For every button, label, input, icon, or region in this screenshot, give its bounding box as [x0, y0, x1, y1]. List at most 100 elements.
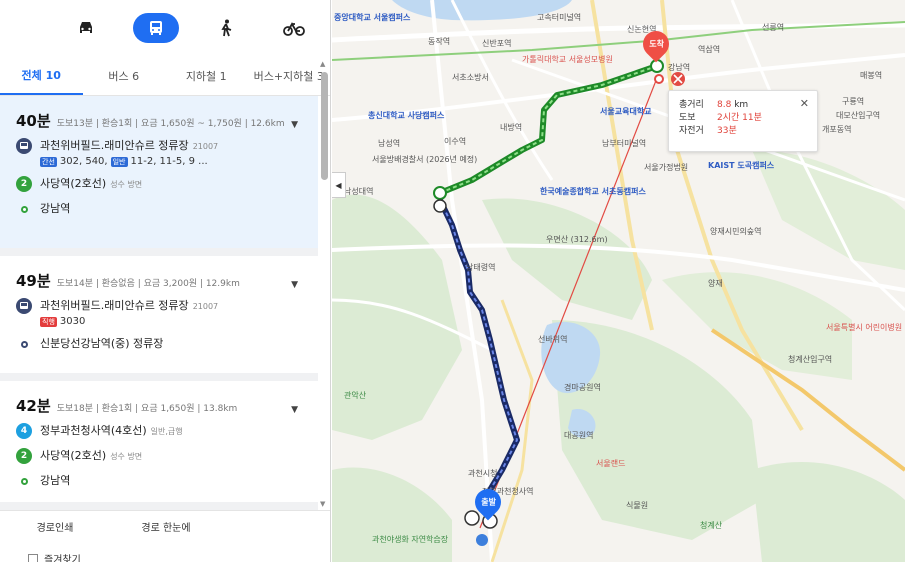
route-step: 신분당선강남역(중) 정류장 — [16, 336, 306, 354]
route-step: 2 사당역(2호선) 성수 방면 — [16, 448, 306, 466]
map-label: 낙성대역 — [344, 187, 374, 196]
station-name: 정부과천청사역(4호선) — [40, 424, 147, 437]
route-duration: 49분 — [16, 272, 51, 290]
tab-subway[interactable]: 지하철 1 — [165, 56, 248, 95]
walk-icon — [221, 19, 232, 37]
print-route-button[interactable]: 경로인쇄 — [0, 511, 110, 541]
route-meta: 도보18분 | 환승1회 | 요금 1,650원 | 13.8km — [56, 404, 238, 414]
close-icon[interactable]: ✕ — [800, 97, 809, 110]
map-label: 서울가정법원 — [644, 163, 689, 172]
route-step: 강남역 — [16, 201, 306, 219]
tab-bus-subway[interactable]: 버스+지하철 3 — [248, 56, 331, 95]
route-item[interactable]: 42분 도보18분 | 환승1회 | 요금 1,650원 | 13.8km ▼ … — [0, 381, 318, 510]
bike-mode-button[interactable] — [273, 13, 315, 43]
stop-code: 21007 — [192, 302, 219, 311]
endpoint-dot-icon — [16, 473, 32, 489]
route-type-tabs: 전체 10 버스 6 지하철 1 버스+지하철 3 — [0, 56, 330, 96]
map-label: 우면산 (312.6m) — [546, 235, 608, 244]
direction: 성수 방면 — [110, 180, 143, 189]
map-label: 과천야생화 자연학습장 — [372, 535, 449, 544]
walk-mode-button[interactable] — [205, 13, 247, 43]
map-label: 청계산입구역 — [788, 355, 833, 364]
bus-mode-button[interactable] — [133, 13, 179, 43]
map-label: 구룡역 — [842, 97, 865, 106]
map-label: 고속터미널역 — [537, 13, 582, 22]
station-name: 사당역(2호선) — [40, 449, 107, 462]
map-label: KAIST 도곡캠퍼스 — [708, 161, 775, 170]
map-label: 남성역 — [378, 139, 401, 148]
route-list: 40분 도보13분 | 환승1회 | 요금 1,650원 ~ 1,750원 | … — [0, 96, 318, 510]
favorite-toggle[interactable]: 즐겨찾기 — [28, 551, 81, 562]
station-name: 사당역(2호선) — [40, 177, 107, 190]
tab-bus[interactable]: 버스 6 — [83, 56, 166, 95]
scroll-up-icon[interactable]: ▲ — [320, 60, 325, 68]
stop-name: 신분당선강남역(중) 정류장 — [40, 337, 164, 350]
map-label: 동작역 — [428, 37, 451, 46]
car-mode-button[interactable] — [65, 13, 107, 43]
scrollbar[interactable]: ▲ ▼ — [320, 60, 328, 510]
scroll-down-icon[interactable]: ▼ — [320, 500, 325, 508]
walk-value: 2시간 11분 — [717, 113, 762, 123]
map-label: 내방역 — [500, 123, 523, 132]
map-label: 서울방배경찰서 (2026년 예정) — [372, 155, 478, 164]
stop-name: 과천위버필드.래미안슈르 정류장 — [40, 299, 189, 312]
tab-all[interactable]: 전체 10 — [0, 56, 83, 95]
map-label: 서초소방서 — [452, 73, 489, 82]
direction: 성수 방면 — [110, 452, 143, 461]
favorite-label: 즐겨찾기 — [44, 555, 81, 562]
map-label: 개포동역 — [822, 125, 852, 134]
car-icon — [80, 22, 92, 33]
line-2-icon: 2 — [16, 448, 32, 464]
stop-code: 21007 — [192, 142, 219, 151]
map-label: 청계산 — [700, 521, 723, 530]
station-name: 강남역 — [40, 202, 71, 215]
map-label: 경마공원역 — [564, 383, 601, 392]
route-meta: 도보14분 | 환승없음 | 요금 3,200원 | 12.9km — [56, 279, 240, 289]
map-label: 서울특별시 어린이병원 — [826, 323, 903, 332]
scroll-thumb[interactable] — [321, 72, 328, 180]
map-view[interactable]: 중앙대학교 서울캠퍼스 동작역 신반포역 고속터미널역 가톨릭대학교 서울성모병… — [332, 0, 905, 562]
map-label: 가톨릭대학교 서울성모병원 — [522, 55, 613, 64]
map-label: 양재시민의숲역 — [710, 227, 762, 236]
bike-key: 자전거 — [679, 126, 704, 136]
bike-value: 33분 — [717, 126, 737, 136]
map-label: 총신대학교 사당캠퍼스 — [368, 111, 445, 120]
transport-modes — [0, 0, 330, 56]
map-label: 식물원 — [626, 501, 649, 510]
route-duration: 40분 — [16, 112, 51, 130]
line-2-icon: 2 — [16, 176, 32, 192]
map-label: 매봉역 — [860, 71, 883, 80]
chevron-down-icon[interactable]: ▼ — [291, 280, 298, 290]
route-step: 과천위버필드.래미안슈르 정류장 21007 직행 3030 — [16, 298, 306, 329]
route-item[interactable]: 40분 도보13분 | 환승1회 | 요금 1,650원 ~ 1,750원 | … — [0, 96, 318, 256]
chevron-down-icon[interactable]: ▼ — [291, 405, 298, 415]
route-overview-button[interactable]: 경로 한눈에 — [110, 511, 222, 541]
map-label: 한국예술종합학교 서초동캠퍼스 — [540, 187, 646, 196]
map-label: 서울교육대학교 — [600, 107, 652, 116]
map-label: 대공원역 — [564, 431, 594, 440]
origin-label: 출발 — [480, 497, 496, 507]
bus-type-tag: 간선 — [40, 157, 57, 167]
collapse-panel-button[interactable]: ◀ — [332, 172, 346, 198]
route-step: 2 사당역(2호선) 성수 방면 — [16, 176, 306, 194]
bike-icon — [283, 22, 305, 36]
line-4-icon: 4 — [16, 423, 32, 439]
map-label: 대모산입구역 — [836, 111, 881, 120]
chevron-down-icon[interactable]: ▼ — [291, 120, 298, 130]
map-label: 이수역 — [444, 137, 467, 146]
train-type: 일반,급행 — [150, 427, 183, 436]
bus-lines: 11-2, 11-5, 9 ... — [130, 156, 208, 167]
map-label: 남태령역 — [466, 263, 496, 272]
route-item[interactable]: 49분 도보14분 | 환승없음 | 요금 3,200원 | 12.9km ▼ … — [0, 256, 318, 381]
map-label: 중앙대학교 서울캠퍼스 — [334, 13, 411, 22]
destination-label: 도착 — [648, 39, 664, 49]
distance-popup: ✕ 총거리 8.8 km 도보 2시간 11분 자전거 33분 — [668, 90, 818, 152]
map-label: 관악산 — [344, 391, 367, 400]
map-label: 선바위역 — [538, 335, 568, 344]
map-label: 서울랜드 — [596, 459, 626, 468]
endpoint-dot-icon — [16, 201, 32, 217]
map-label: 과천시청 — [468, 469, 498, 478]
route-meta: 도보13분 | 환승1회 | 요금 1,650원 ~ 1,750원 | 12.6… — [56, 119, 285, 129]
checkbox-icon[interactable] — [28, 553, 38, 562]
route-step: 과천위버필드.래미안슈르 정류장 21007 간선 302, 540, 일반 11-2,… — [16, 138, 306, 169]
